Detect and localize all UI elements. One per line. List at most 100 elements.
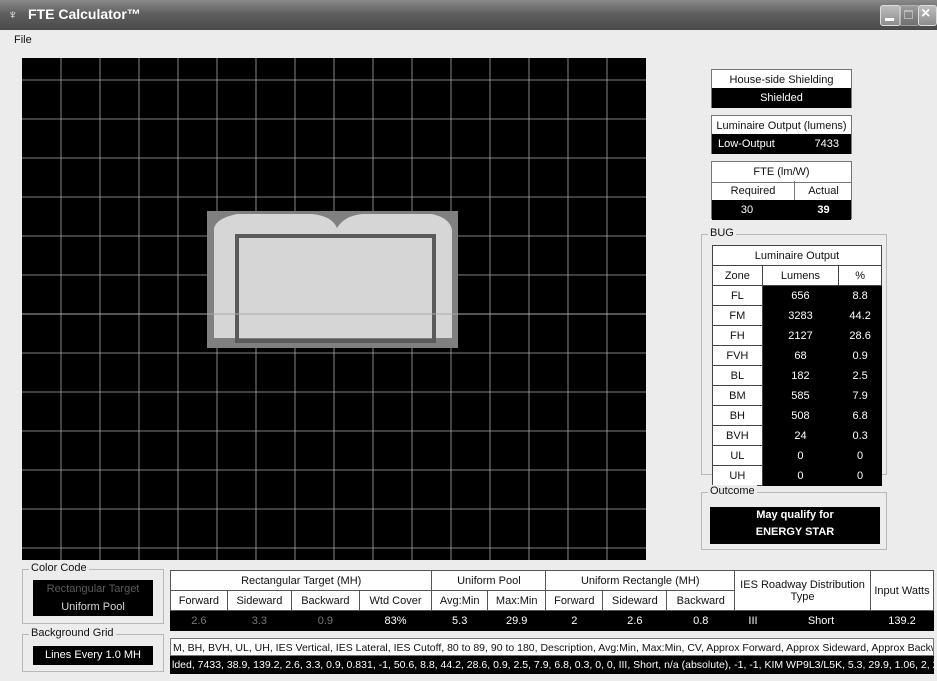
fte-panel: FTE (lm/W) Required Actual 30 39 xyxy=(711,161,852,220)
bug-lumens-cell: 182 xyxy=(761,365,840,386)
bug-lumens-cell: 508 xyxy=(761,405,840,426)
results-column-header: Sideward xyxy=(602,590,668,611)
bug-lumens-cell: 68 xyxy=(761,345,840,366)
bug-lumens-cell: 24 xyxy=(761,425,840,446)
bug-zone-cell: BVH xyxy=(712,425,763,446)
bug-header-cell: % xyxy=(838,265,882,286)
bug-row: FL 656 8.8 xyxy=(712,285,882,306)
bug-table: Luminaire Output Zone Lumens% FL 656 8.8 FM 3… xyxy=(712,245,882,486)
window-title: FTE Calculator™ xyxy=(28,6,141,22)
maximize-icon xyxy=(904,10,913,19)
group-rectangular-target: Rectangular Target (MH) xyxy=(169,570,433,591)
bug-percent-cell: 6.8 xyxy=(838,405,882,426)
bug-table-body: FL 656 8.8 FM 3283 44.2 FH 2127 28.6 FVH 68 0.9 BL 18… xyxy=(712,285,882,486)
results-value-cell: 2.6 xyxy=(170,610,228,631)
bug-row: UL 0 0 xyxy=(712,445,882,466)
outcome-group: Outcome May qualify for ENERGY STAR xyxy=(701,485,887,550)
light-distribution-plot xyxy=(22,58,646,560)
bug-lumens-cell: 0 xyxy=(761,465,840,486)
bug-table-title: Luminaire Output xyxy=(712,245,882,266)
results-table: Rectangular Target (MH) Uniform Pool Uni… xyxy=(169,570,934,631)
background-grid-group: Background Grid Lines Every 1.0 MH xyxy=(22,627,164,672)
app-icon[interactable]: ♆ xyxy=(8,7,18,22)
results-column-header: Sideward xyxy=(226,590,293,611)
results-column-header: Avg:Min xyxy=(431,590,488,611)
group-uniform-rectangle: Uniform Rectangle (MH) xyxy=(545,570,736,591)
luminaire-output-class: Low-Output xyxy=(718,138,775,150)
bug-header-cell: Lumens xyxy=(761,265,840,286)
results-group-row: Rectangular Target (MH) Uniform Pool Uni… xyxy=(169,570,934,611)
luminaire-output-title: Luminaire Output (lumens) xyxy=(716,120,847,132)
outcome-line2: ENERGY STAR xyxy=(755,526,835,538)
summary-header-strip[interactable]: M, BH, BVH, UL, UH, IES Vertical, IES La… xyxy=(170,638,934,656)
bug-percent-cell: 0.9 xyxy=(838,345,882,366)
luminaire-output-row: Low-Output 7433 xyxy=(712,134,851,154)
results-column-header: Backward xyxy=(666,590,736,611)
bug-zone-cell: FM xyxy=(712,305,763,326)
close-button[interactable]: × xyxy=(918,5,937,26)
shielding-panel: House-side Shielding Shielded xyxy=(711,69,852,108)
results-column-header: Max:Min xyxy=(486,590,547,611)
results-column-header: Forward xyxy=(545,590,604,611)
group-uniform-pool: Uniform Pool xyxy=(431,570,547,591)
bug-group-label: BUG xyxy=(708,227,736,239)
pool-inner-region xyxy=(214,214,452,338)
shielding-value: Shielded xyxy=(712,88,851,108)
bug-lumens-cell: 2127 xyxy=(761,325,840,346)
bug-percent-cell: 44.2 xyxy=(838,305,882,326)
outcome-line1: May qualify for xyxy=(756,509,834,521)
results-value-cell: 29.9 xyxy=(486,610,547,631)
bug-lumens-cell: 3283 xyxy=(761,305,840,326)
plot-canvas xyxy=(22,58,646,560)
group-input-watts: Input Watts xyxy=(870,570,934,611)
menu-bar: File xyxy=(0,30,937,50)
bug-zone-cell: BL xyxy=(712,365,763,386)
fte-actual-value: 39 xyxy=(817,204,830,216)
fte-values-row: 30 39 xyxy=(712,200,851,220)
bug-percent-cell: 28.6 xyxy=(838,325,882,346)
background-grid-value[interactable]: Lines Every 1.0 MH xyxy=(33,646,153,665)
outcome-group-label: Outcome xyxy=(708,485,757,497)
bug-row: FH 2127 28.6 xyxy=(712,325,882,346)
bug-zone-cell: FL xyxy=(712,285,763,306)
bug-zone-cell: BM xyxy=(712,385,763,406)
luminaire-output-value: 7433 xyxy=(814,138,839,150)
summary-value-strip[interactable]: lded, 7433, 38.9, 139.2, 2.6, 3.3, 0.9, … xyxy=(170,656,934,674)
color-code-label: Color Code xyxy=(29,562,89,574)
results-value-cell: Short xyxy=(770,610,872,631)
results-value-cell: 0.9 xyxy=(291,610,360,631)
background-grid-label: Background Grid xyxy=(29,627,116,639)
bug-table-header: Zone Lumens% xyxy=(712,265,882,286)
bug-zone-cell: FH xyxy=(712,325,763,346)
bug-group: BUG Luminaire Output Zone Lumens% FL 656 8.… xyxy=(701,227,887,486)
results-value-cell: 83% xyxy=(358,610,433,631)
fte-required-value: 30 xyxy=(740,204,754,216)
bug-percent-cell: 0 xyxy=(838,465,882,486)
outcome-box: May qualify for ENERGY STAR xyxy=(710,507,880,544)
results-value-cell: 139.2 xyxy=(870,610,934,631)
bug-row: UH 0 0 xyxy=(712,465,882,486)
bug-percent-cell: 0.3 xyxy=(838,425,882,446)
bug-lumens-cell: 656 xyxy=(761,285,840,306)
color-code-legend: Rectangular Target Uniform Pool xyxy=(33,580,153,616)
bug-row: BL 182 2.5 xyxy=(712,365,882,386)
menu-file[interactable]: File xyxy=(14,34,32,46)
bug-percent-cell: 2.5 xyxy=(838,365,882,386)
minimize-icon xyxy=(885,18,894,21)
minimize-button[interactable] xyxy=(880,5,901,26)
results-value-row: 2.6 3.3 0.9 83% 5.3 29.9 2 2.6 0.8 III Short 139.2 xyxy=(170,610,934,631)
luminaire-output-panel: Luminaire Output (lumens) Low-Output 743… xyxy=(711,115,852,154)
results-column-header: Wtd Cover xyxy=(358,590,433,611)
bug-zone-cell: UH xyxy=(712,465,763,486)
maximize-button[interactable] xyxy=(899,5,920,26)
title-bar: ♆ FTE Calculator™ × xyxy=(0,0,937,30)
results-value-cell: III xyxy=(734,610,772,631)
results-value-cell: 5.3 xyxy=(431,610,488,631)
bug-zone-cell: UL xyxy=(712,445,763,466)
shielding-title: House-side Shielding xyxy=(729,74,834,86)
bug-row: FM 3283 44.2 xyxy=(712,305,882,326)
bug-lumens-cell: 585 xyxy=(761,385,840,406)
group-ies-roadway: IES Roadway Distribution Type xyxy=(734,570,871,611)
fte-labels-row: Required Actual xyxy=(712,181,851,201)
fte-title: FTE (lm/W) xyxy=(712,162,851,183)
